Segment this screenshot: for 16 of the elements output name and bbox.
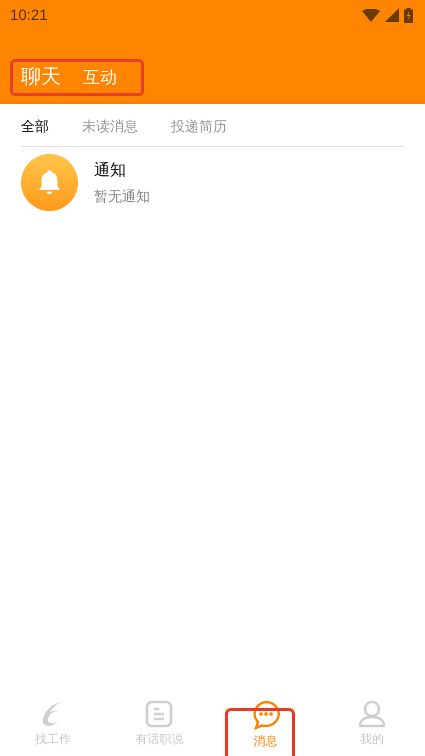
header-tab[interactable]: 互动 — [83, 66, 117, 89]
person-icon — [358, 700, 386, 728]
battery-icon — [404, 8, 413, 22]
nav-item[interactable]: 消息 — [212, 694, 319, 756]
wifi-icon — [362, 8, 380, 22]
filter-tab[interactable]: 投递简历 — [171, 118, 227, 136]
conversation-title: 通知 — [94, 160, 127, 180]
chat-bubble-icon — [250, 700, 281, 730]
document-icon — [145, 700, 174, 728]
header-tab[interactable]: 聊天 — [21, 63, 61, 90]
bell-icon — [21, 154, 78, 211]
conversation-preview: 暂无通知 — [94, 188, 150, 206]
status-time: 10:21 — [10, 6, 48, 24]
signal-icon — [385, 8, 399, 22]
filter-tab[interactable]: 全部 — [21, 118, 49, 136]
filter-tab[interactable]: 未读消息 — [82, 118, 138, 136]
